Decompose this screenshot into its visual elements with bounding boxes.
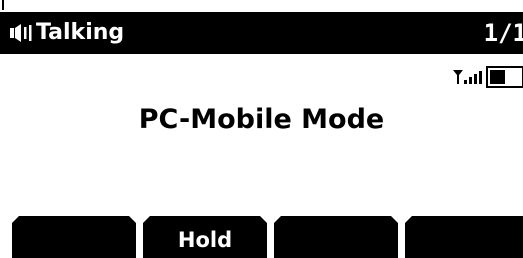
softkey-4[interactable] — [405, 216, 523, 258]
hold-softkey-label: Hold — [177, 228, 233, 252]
battery-icon — [486, 66, 523, 88]
softkey-1[interactable] — [12, 216, 136, 258]
hold-softkey[interactable]: Hold — [143, 216, 267, 258]
signal-strength-icon — [453, 70, 482, 84]
softkey-1-label — [12, 216, 136, 258]
status-bar: Talking 1/1 — [0, 12, 523, 54]
top-edge-mark — [2, 0, 4, 10]
battery-level-fill — [490, 70, 505, 84]
softkey-bar: Hold — [0, 216, 523, 258]
signal-bar — [474, 74, 477, 84]
softkey-3-label — [274, 216, 398, 258]
call-state-label: Talking — [36, 20, 125, 45]
softkey-4-label — [405, 216, 523, 258]
speaker-icon — [10, 24, 32, 42]
signal-bar — [479, 71, 482, 84]
softkey-3[interactable] — [274, 216, 398, 258]
signal-bar — [469, 77, 472, 84]
page-counter: 1/1 — [483, 19, 523, 47]
mode-title: PC-Mobile Mode — [138, 104, 385, 135]
signal-bar — [464, 80, 467, 84]
phone-screen: Talking 1/1 PC-Mobile Mode Hold — [0, 0, 523, 258]
